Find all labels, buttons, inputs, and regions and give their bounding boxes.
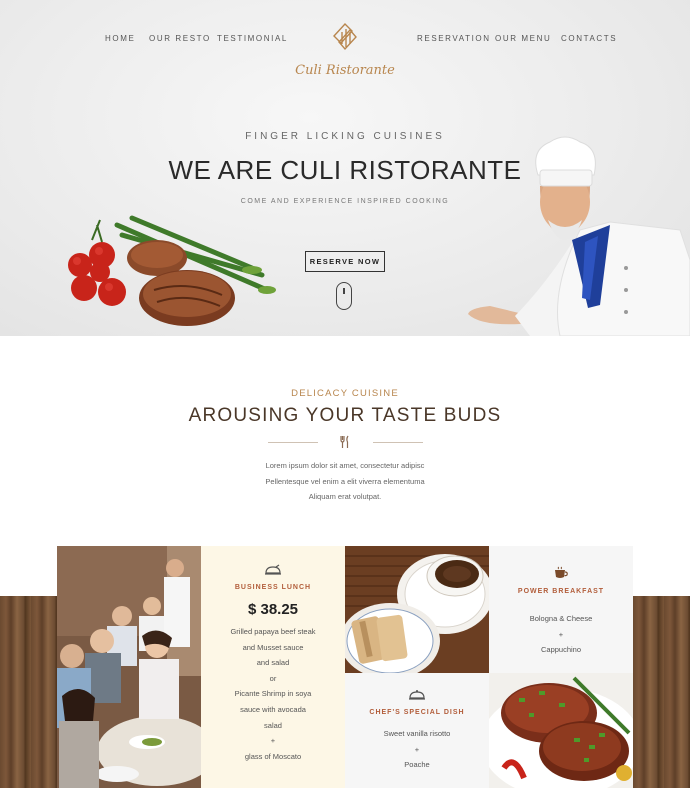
logo[interactable]: Culi Ristorante — [290, 18, 400, 78]
business-lunch-card: BUSINESS LUNCH $ 38.25 Grilled papaya be… — [201, 546, 345, 788]
business-lunch-title: BUSINESS LUNCH — [234, 584, 312, 591]
nav-our-menu[interactable]: OUR MENU — [495, 34, 551, 43]
menu-line: Cappuchino — [540, 645, 582, 655]
logo-mark-icon — [333, 22, 357, 51]
scroll-mouse-icon[interactable] — [336, 282, 352, 310]
menu-line: + — [270, 736, 276, 746]
chefs-special-title: CHEF'S SPECIAL DISH — [369, 709, 465, 716]
wood-panel-left — [0, 596, 57, 788]
intro-title: AROUSING YOUR TASTE BUDS — [188, 405, 502, 426]
intro-line: Pellentesque vel enim a elit viverra ele… — [265, 476, 425, 486]
menu-line: salad — [264, 720, 282, 730]
menu-line: sauce with avocada — [240, 704, 306, 714]
nav-our-resto[interactable]: OUR RESTO — [149, 34, 211, 43]
intro-line: Aliquam erat volutpat. — [308, 492, 382, 501]
menu-line: and salad — [256, 658, 290, 668]
menu-line: Bologna & Cheese — [529, 614, 593, 623]
business-lunch-price: $ 38.25 — [247, 601, 299, 618]
chef-image — [468, 136, 690, 336]
menu-line: + — [558, 629, 564, 639]
steak-photo — [489, 673, 633, 788]
wood-panel-right — [633, 596, 690, 788]
divider-right — [373, 442, 423, 443]
coffee-cup-icon — [555, 566, 568, 578]
menu-line: and Musset sauce — [242, 642, 304, 652]
menu-line: Picante Shrimp in soya — [234, 689, 312, 699]
menu-line: Poache — [404, 760, 430, 770]
chefs-special-card: CHEF'S SPECIAL DISH Sweet vanilla risott… — [345, 673, 489, 788]
nav-reservation[interactable]: RESERVATION — [417, 34, 491, 43]
cloche-icon — [409, 690, 425, 700]
menu-line: Sweet vanilla risotto — [383, 729, 451, 738]
dining-people-photo — [57, 546, 201, 788]
logo-text: Culi Ristorante — [295, 63, 395, 78]
steak-dish-image — [68, 215, 276, 326]
hero-section: HOME OUR RESTO TESTIMONIAL Culi Ristoran… — [0, 0, 690, 336]
coffee-breakfast-photo — [345, 546, 489, 673]
nav-testimonial[interactable]: TESTIMONIAL — [217, 34, 288, 43]
reserve-now-button[interactable]: RESERVE NOW — [305, 251, 385, 272]
coffee-scene-image — [345, 546, 489, 673]
power-breakfast-card: POWER BREAKFAST Bologna & Cheese + Cappu… — [489, 546, 633, 673]
menu-line: glass of Moscato — [244, 751, 302, 761]
dining-scene-image — [57, 546, 201, 788]
divider-left — [268, 442, 318, 443]
power-breakfast-title: POWER BREAKFAST — [517, 588, 605, 595]
roast-chicken-icon — [265, 564, 281, 575]
intro-line: Lorem ipsum dolor sit amet, consectetur … — [265, 461, 425, 470]
steak-scene-image — [489, 673, 633, 788]
menu-line: or — [269, 673, 277, 683]
nav-contacts[interactable]: CONTACTS — [561, 34, 617, 43]
menu-line: + — [414, 744, 420, 754]
cutlery-icon — [340, 435, 349, 448]
intro-eyebrow: DELICACY CUISINE — [291, 388, 399, 399]
menu-line: Grilled papaya beef steak — [230, 627, 316, 636]
nav-home[interactable]: HOME — [105, 34, 135, 43]
intro-text: Lorem ipsum dolor sit amet, consectetur … — [0, 458, 690, 505]
